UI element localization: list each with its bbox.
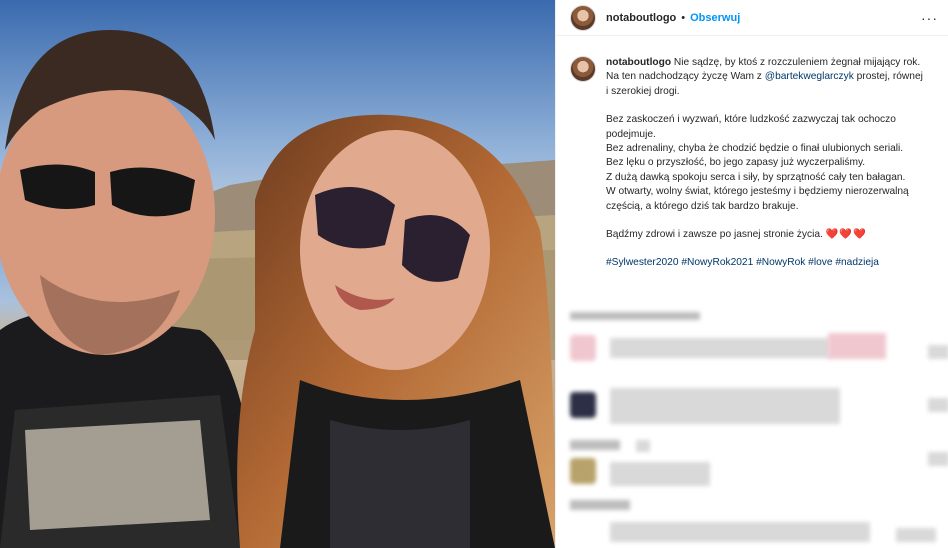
caption-mention[interactable]: @bartekweglarczyk bbox=[765, 71, 854, 82]
caption-wishes: Bez zaskoczeń i wyzwań, które ludzkość z… bbox=[606, 113, 926, 214]
post-caption: notaboutlogo Nie sądzę, by ktoś z rozczu… bbox=[556, 36, 948, 285]
post-photo[interactable] bbox=[0, 0, 555, 548]
caption-closing: Bądźmy zdrowi i zawsze po jasnej stronie… bbox=[606, 229, 823, 241]
caption-hashtags[interactable]: #Sylwester2020 #NowyRok2021 #NowyRok #lo… bbox=[606, 257, 879, 268]
caption-text: notaboutlogo Nie sądzę, by ktoś z rozczu… bbox=[606, 56, 926, 285]
caption-line: W otwarty, wolny świat, którego jesteśmy… bbox=[606, 186, 909, 212]
header-username[interactable]: notaboutlogo bbox=[606, 12, 676, 24]
post-sidebar: notaboutlogo • Obserwuj ··· notaboutlogo… bbox=[555, 0, 948, 548]
caption-line: Bez zaskoczeń i wyzwań, które ludzkość z… bbox=[606, 114, 896, 140]
follow-button[interactable]: Obserwuj bbox=[690, 12, 740, 24]
profile-avatar[interactable] bbox=[570, 4, 596, 31]
post-photo-illustration bbox=[0, 0, 555, 548]
caption-line: Bez adrenaliny, chyba że chodzić będzie … bbox=[606, 143, 904, 155]
post-header: notaboutlogo • Obserwuj ··· bbox=[556, 0, 948, 36]
caption-avatar[interactable] bbox=[570, 56, 596, 82]
more-options-icon[interactable]: ··· bbox=[921, 11, 938, 25]
header-separator: • bbox=[681, 11, 686, 24]
caption-line: Bez lęku o przyszłość, bo jego zapasy ju… bbox=[606, 157, 866, 169]
caption-author[interactable]: notaboutlogo bbox=[606, 57, 671, 68]
heart-emoji-icons: ❤️❤️❤️ bbox=[825, 229, 867, 241]
caption-line: Z dużą dawką spokoju serca i siły, by sp… bbox=[606, 171, 906, 183]
